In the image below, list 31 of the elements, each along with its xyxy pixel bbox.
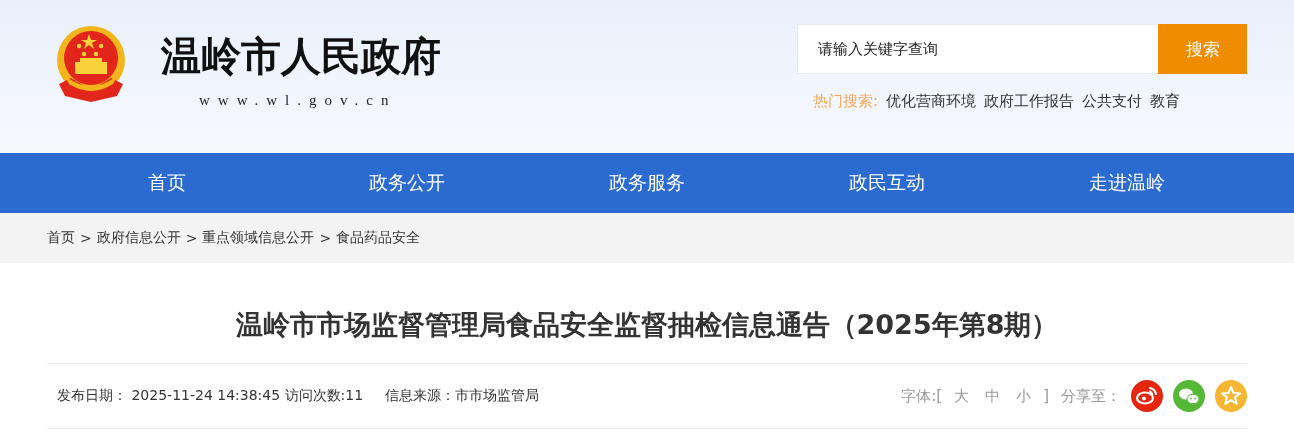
- site-url: www.wl.gov.cn: [199, 92, 398, 109]
- wechat-share-icon[interactable]: [1173, 380, 1205, 412]
- hot-search-link[interactable]: 公共支付: [1082, 92, 1143, 111]
- share-label: 分享至：: [1061, 386, 1121, 406]
- search-field[interactable]: 请输入关键字查询: [797, 24, 1158, 74]
- meta-info: 信息来源：市市场监管局: [385, 387, 540, 405]
- meta-info: 发布日期： 2025-11-24 14:38:45 访问次数:11: [57, 387, 364, 405]
- nav-item[interactable]: 走进温岭: [1089, 170, 1165, 196]
- font-size-link[interactable]: 小: [1016, 386, 1032, 406]
- nav-item[interactable]: 政务公开: [369, 170, 445, 196]
- hot-search-link[interactable]: 政府工作报告: [984, 92, 1075, 111]
- hot-search-link[interactable]: 优化营商环境: [886, 92, 977, 111]
- nav-item[interactable]: 首页: [148, 170, 186, 196]
- article-title: 温岭市市场监督管理局食品安全监督抽检信息通告（2025年第8期）: [47, 263, 1247, 364]
- font-size-label: 字体:[: [901, 386, 943, 406]
- breadcrumb-link[interactable]: 首页: [47, 229, 75, 247]
- hot-search-label: 热门搜索:: [813, 92, 879, 111]
- breadcrumb-separator: >: [185, 230, 198, 246]
- hot-search-link[interactable]: 教育: [1150, 92, 1181, 111]
- font-size-link[interactable]: 中: [985, 386, 1001, 406]
- bracket-text: ]: [1043, 387, 1049, 405]
- breadcrumb-link[interactable]: 政府信息公开: [96, 229, 181, 247]
- nav-item[interactable]: 政务服务: [609, 170, 685, 196]
- nav-item[interactable]: 政民互动: [849, 170, 925, 196]
- breadcrumb-link[interactable]: 食品药品安全: [336, 229, 421, 247]
- breadcrumb-separator: >: [319, 230, 332, 246]
- weibo-share-icon[interactable]: [1131, 380, 1163, 412]
- font-size-link[interactable]: 大: [954, 386, 970, 406]
- breadcrumb-separator: >: [80, 230, 92, 246]
- breadcrumb-link[interactable]: 重点领域信息公开: [202, 229, 315, 247]
- site-title: 温岭市人民政府: [161, 32, 441, 80]
